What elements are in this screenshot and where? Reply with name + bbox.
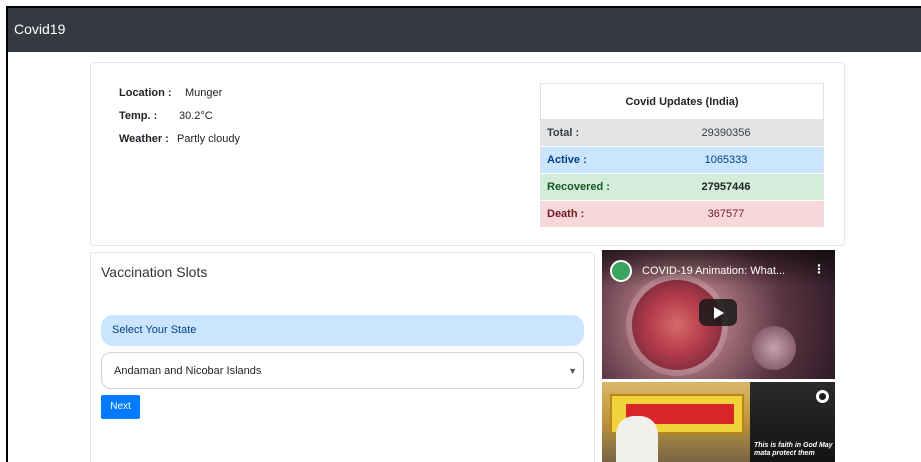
vaccination-card: Vaccination Slots Select Your State Anda…: [90, 252, 595, 462]
weather-label: Weather :: [119, 133, 169, 145]
table-row: Active : 1065333: [541, 147, 823, 174]
person-illustration: [616, 416, 658, 462]
death-label: Death :: [547, 208, 585, 220]
location-value: Munger: [185, 87, 223, 99]
more-vertical-icon[interactable]: ⋮: [813, 262, 825, 276]
active-value: 1065333: [704, 154, 748, 166]
reel-caption: This is faith in God May mata protect th…: [754, 442, 833, 457]
weather-row: Weather : Partly cloudy: [119, 133, 240, 145]
cell-illustration: [752, 326, 796, 370]
death-value: 367577: [707, 208, 745, 220]
play-button-icon[interactable]: [699, 299, 737, 326]
navbar: Covid19: [8, 8, 921, 52]
active-label: Active :: [547, 154, 587, 166]
channel-logo-icon[interactable]: [610, 260, 632, 282]
state-select-value: Andaman and Nicobar Islands: [114, 365, 262, 377]
total-value: 29390356: [701, 127, 751, 139]
reel-photo: [602, 382, 750, 462]
total-label: Total :: [547, 127, 580, 139]
table-row: Death : 367577: [541, 201, 823, 228]
temp-label: Temp. :: [119, 110, 158, 122]
location-card: Location : Munger Temp. : 30.2°C Weather…: [90, 62, 845, 246]
app-frame: Covid19 Location : Munger Temp. : 30.2°C…: [6, 6, 921, 462]
location-row: Location : Munger: [119, 87, 222, 99]
instagram-camera-icon[interactable]: [816, 390, 829, 403]
navbar-brand[interactable]: Covid19: [14, 21, 65, 37]
vaccination-title: Vaccination Slots: [101, 264, 208, 280]
chevron-down-icon: ▼: [568, 366, 577, 376]
video-title[interactable]: COVID-19 Animation: What...: [642, 265, 785, 277]
covid-updates-title: Covid Updates (India): [541, 84, 823, 120]
location-label: Location :: [119, 87, 172, 99]
weather-value: Partly cloudy: [177, 133, 240, 145]
recovered-label: Recovered :: [547, 181, 610, 193]
temp-value: 30.2°C: [179, 110, 213, 122]
table-row: Total : 29390356: [541, 120, 823, 147]
state-select[interactable]: Andaman and Nicobar Islands ▼: [101, 352, 584, 389]
instagram-embed[interactable]: This is faith in God May mata protect th…: [602, 382, 835, 462]
recovered-value: 27957446: [701, 181, 751, 193]
temp-row: Temp. : 30.2°C: [119, 110, 213, 122]
video-embed[interactable]: COVID-19 Animation: What... ⋮: [602, 250, 835, 379]
table-row: Recovered : 27957446: [541, 174, 823, 201]
next-button[interactable]: Next: [101, 395, 140, 419]
covid-updates-table: Covid Updates (India) Total : 29390356 A…: [540, 83, 824, 228]
state-select-label: Select Your State: [101, 315, 584, 346]
